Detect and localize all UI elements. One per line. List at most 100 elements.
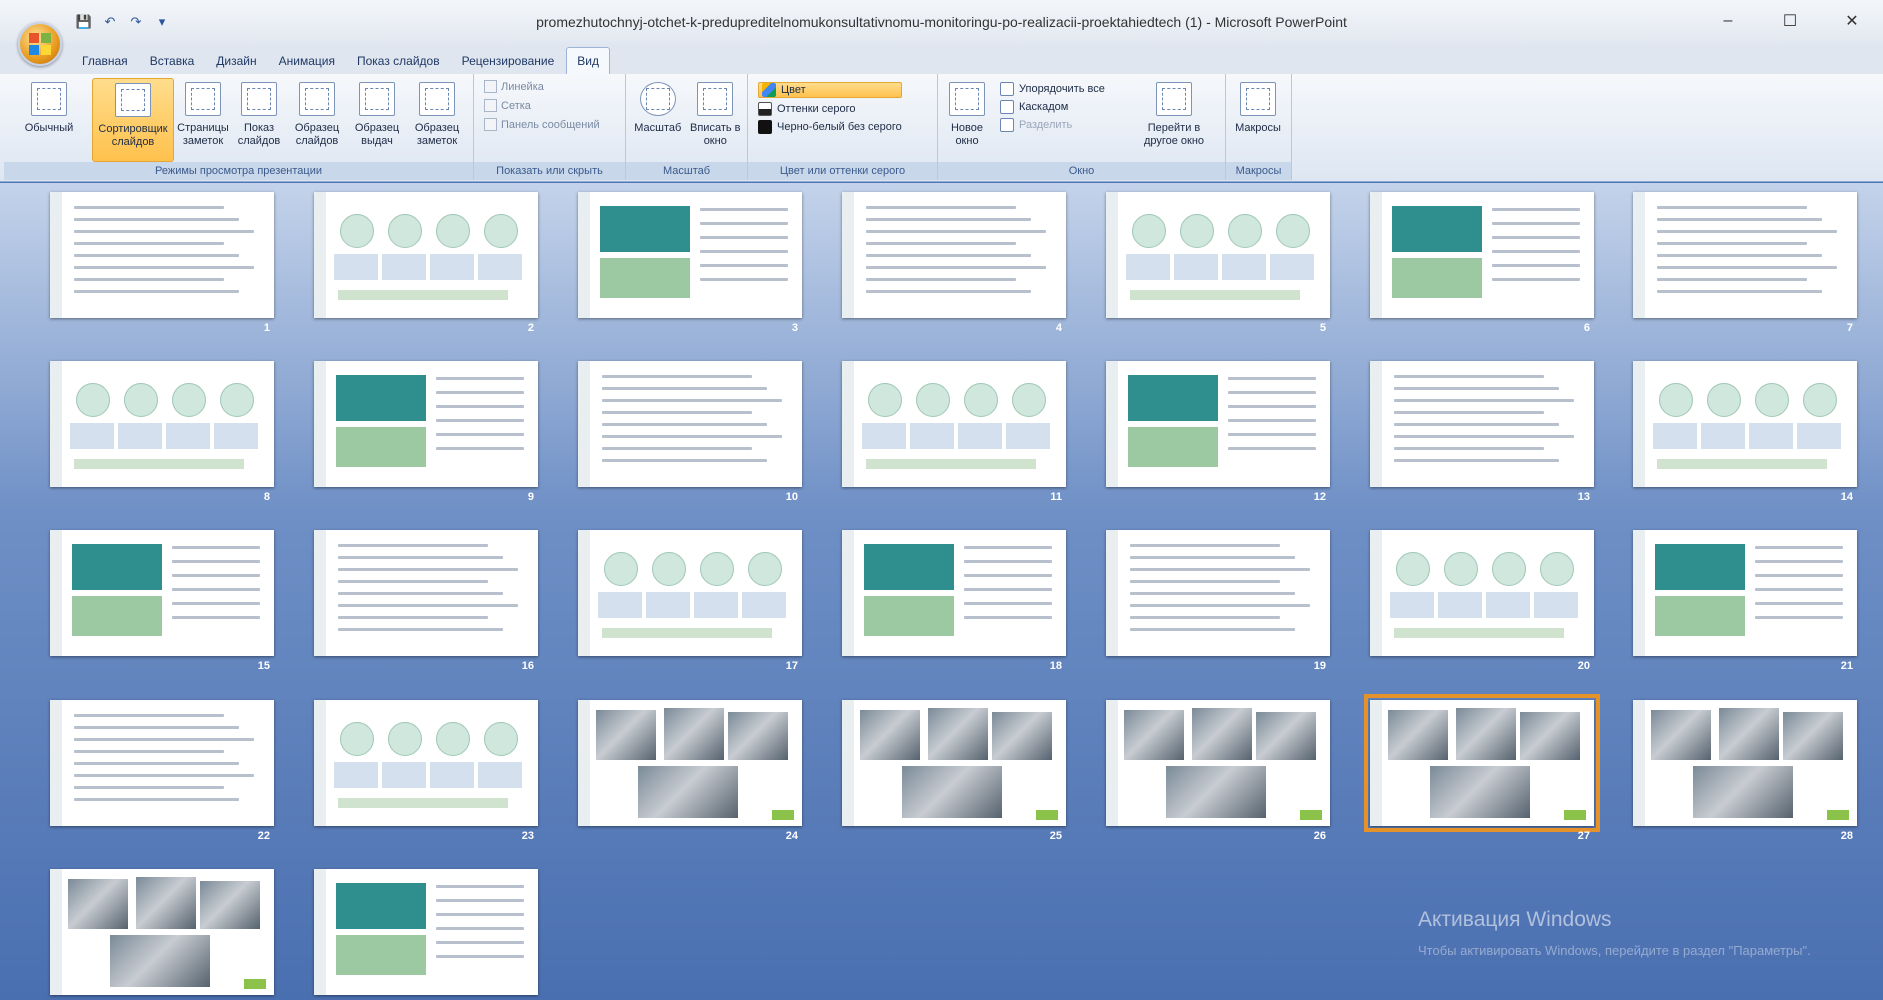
tab-animation[interactable]: Анимация xyxy=(269,48,345,74)
checkbox-icon xyxy=(484,99,497,112)
slide-number: 4 xyxy=(1055,322,1062,334)
slide-number: 17 xyxy=(785,660,798,672)
slide-thumbnail[interactable] xyxy=(578,192,802,318)
slide-sorter-button[interactable]: Сортировщик слайдов xyxy=(92,78,174,162)
group-label: Цвет или оттенки серого xyxy=(748,162,937,180)
grayscale-icon xyxy=(758,102,772,116)
black-white-icon xyxy=(758,120,772,134)
group-macros: Макросы Макросы xyxy=(1226,74,1292,180)
macros-button[interactable]: Макросы xyxy=(1230,78,1286,162)
slide-thumbnail[interactable] xyxy=(578,361,802,487)
slide-thumbnail[interactable] xyxy=(1364,694,1600,832)
office-button[interactable] xyxy=(18,22,62,66)
slide-thumbnail[interactable] xyxy=(842,192,1066,318)
slide-thumbnail[interactable] xyxy=(1106,700,1330,826)
macros-icon xyxy=(1240,82,1276,116)
fit-to-window-icon xyxy=(697,82,734,116)
slide-thumbnail[interactable] xyxy=(314,361,538,487)
tab-review[interactable]: Рецензирование xyxy=(452,48,565,74)
slide-number: 23 xyxy=(521,830,534,842)
color-button[interactable]: Цвет xyxy=(758,82,902,98)
checkbox-icon xyxy=(484,118,497,131)
slideshow-icon xyxy=(241,82,277,116)
tab-view[interactable]: Вид xyxy=(566,47,610,74)
slide-number: 10 xyxy=(785,491,798,503)
slide-number: 19 xyxy=(1313,660,1326,672)
fit-to-window-button[interactable]: Вписать в окно xyxy=(688,78,744,162)
ruler-checkbox[interactable]: Линейка xyxy=(484,80,600,93)
slide-thumbnail[interactable] xyxy=(314,530,538,656)
slide-thumbnail[interactable] xyxy=(842,530,1066,656)
slide-number: 8 xyxy=(263,491,270,503)
slide-number: 2 xyxy=(527,322,534,334)
slide-thumbnail[interactable] xyxy=(50,361,274,487)
group-label: Макросы xyxy=(1226,162,1291,180)
grid-checkbox[interactable]: Сетка xyxy=(484,99,600,112)
color-icon xyxy=(762,83,776,97)
message-bar-checkbox[interactable]: Панель сообщений xyxy=(484,118,600,131)
switch-window-button[interactable]: Перейти в другое окно xyxy=(1130,78,1218,162)
slide-number: 1 xyxy=(263,322,270,334)
slide-number: 27 xyxy=(1577,830,1590,842)
slide-number: 14 xyxy=(1840,491,1853,503)
slide-master-button[interactable]: Образец слайдов xyxy=(288,78,346,162)
grayscale-button[interactable]: Оттенки серого xyxy=(758,102,902,116)
tab-home[interactable]: Главная xyxy=(72,48,138,74)
arrange-all-button[interactable]: Упорядочить все xyxy=(1000,82,1122,96)
slide-thumbnail[interactable] xyxy=(1633,700,1857,826)
slide-thumbnail[interactable] xyxy=(1370,530,1594,656)
tab-design[interactable]: Дизайн xyxy=(206,48,266,74)
slideshow-button[interactable]: Показ слайдов xyxy=(232,78,286,162)
slide-thumbnail[interactable] xyxy=(842,700,1066,826)
magnifier-icon xyxy=(639,82,676,116)
normal-view-button[interactable]: Обычный xyxy=(8,78,90,162)
maximize-button[interactable]: ☐ xyxy=(1759,6,1821,36)
slide-thumbnail[interactable] xyxy=(314,700,538,826)
group-color-grayscale: Цвет Оттенки серого Черно-белый без серо… xyxy=(748,74,938,180)
notes-master-button[interactable]: Образец заметок xyxy=(408,78,466,162)
tab-insert[interactable]: Вставка xyxy=(140,48,205,74)
slide-number: 18 xyxy=(1049,660,1062,672)
slide-number: 6 xyxy=(1583,322,1590,334)
slide-number: 5 xyxy=(1319,322,1326,334)
notes-page-icon xyxy=(185,82,221,116)
slide-thumbnail[interactable] xyxy=(314,192,538,318)
slide-thumbnail[interactable] xyxy=(1370,192,1594,318)
zoom-button[interactable]: Масштаб xyxy=(630,78,686,162)
slide-number: 22 xyxy=(257,830,270,842)
notes-master-icon xyxy=(419,82,455,116)
slide-thumbnail[interactable] xyxy=(1106,530,1330,656)
slide-thumbnail[interactable] xyxy=(1633,530,1857,656)
slide-number: 24 xyxy=(785,830,798,842)
window-controls: – ☐ ✕ xyxy=(1697,6,1883,36)
activation-text: Чтобы активировать Windows, перейдите в … xyxy=(1418,943,1811,958)
notes-page-button[interactable]: Страницы заметок xyxy=(176,78,230,162)
slide-thumbnail[interactable] xyxy=(1106,361,1330,487)
new-window-button[interactable]: Новое окно xyxy=(942,78,992,162)
slide-thumbnail[interactable] xyxy=(578,530,802,656)
close-button[interactable]: ✕ xyxy=(1821,6,1883,36)
slide-thumbnail[interactable] xyxy=(1633,192,1857,318)
slide-thumbnail[interactable] xyxy=(1633,361,1857,487)
handout-master-icon xyxy=(359,82,395,116)
slide-thumbnail[interactable] xyxy=(1370,361,1594,487)
tab-slideshow[interactable]: Показ слайдов xyxy=(347,48,450,74)
black-white-button[interactable]: Черно-белый без серого xyxy=(758,120,902,134)
split-button[interactable]: Разделить xyxy=(1000,118,1122,132)
slide-sorter-icon xyxy=(115,83,151,117)
slide-thumbnail[interactable] xyxy=(50,869,274,995)
split-icon xyxy=(1000,118,1014,132)
slide-thumbnail[interactable] xyxy=(1106,192,1330,318)
slide-thumbnail[interactable] xyxy=(50,530,274,656)
slide-thumbnail[interactable] xyxy=(842,361,1066,487)
minimize-button[interactable]: – xyxy=(1697,6,1759,36)
handout-master-button[interactable]: Образец выдач xyxy=(348,78,406,162)
slide-thumbnail[interactable] xyxy=(50,700,274,826)
slide-number: 26 xyxy=(1313,830,1326,842)
slide-number: 28 xyxy=(1840,830,1853,842)
slide-thumbnail[interactable] xyxy=(578,700,802,826)
cascade-button[interactable]: Каскадом xyxy=(1000,100,1122,114)
slide-thumbnail[interactable] xyxy=(50,192,274,318)
slide-number: 3 xyxy=(791,322,798,334)
slide-thumbnail[interactable] xyxy=(314,869,538,995)
